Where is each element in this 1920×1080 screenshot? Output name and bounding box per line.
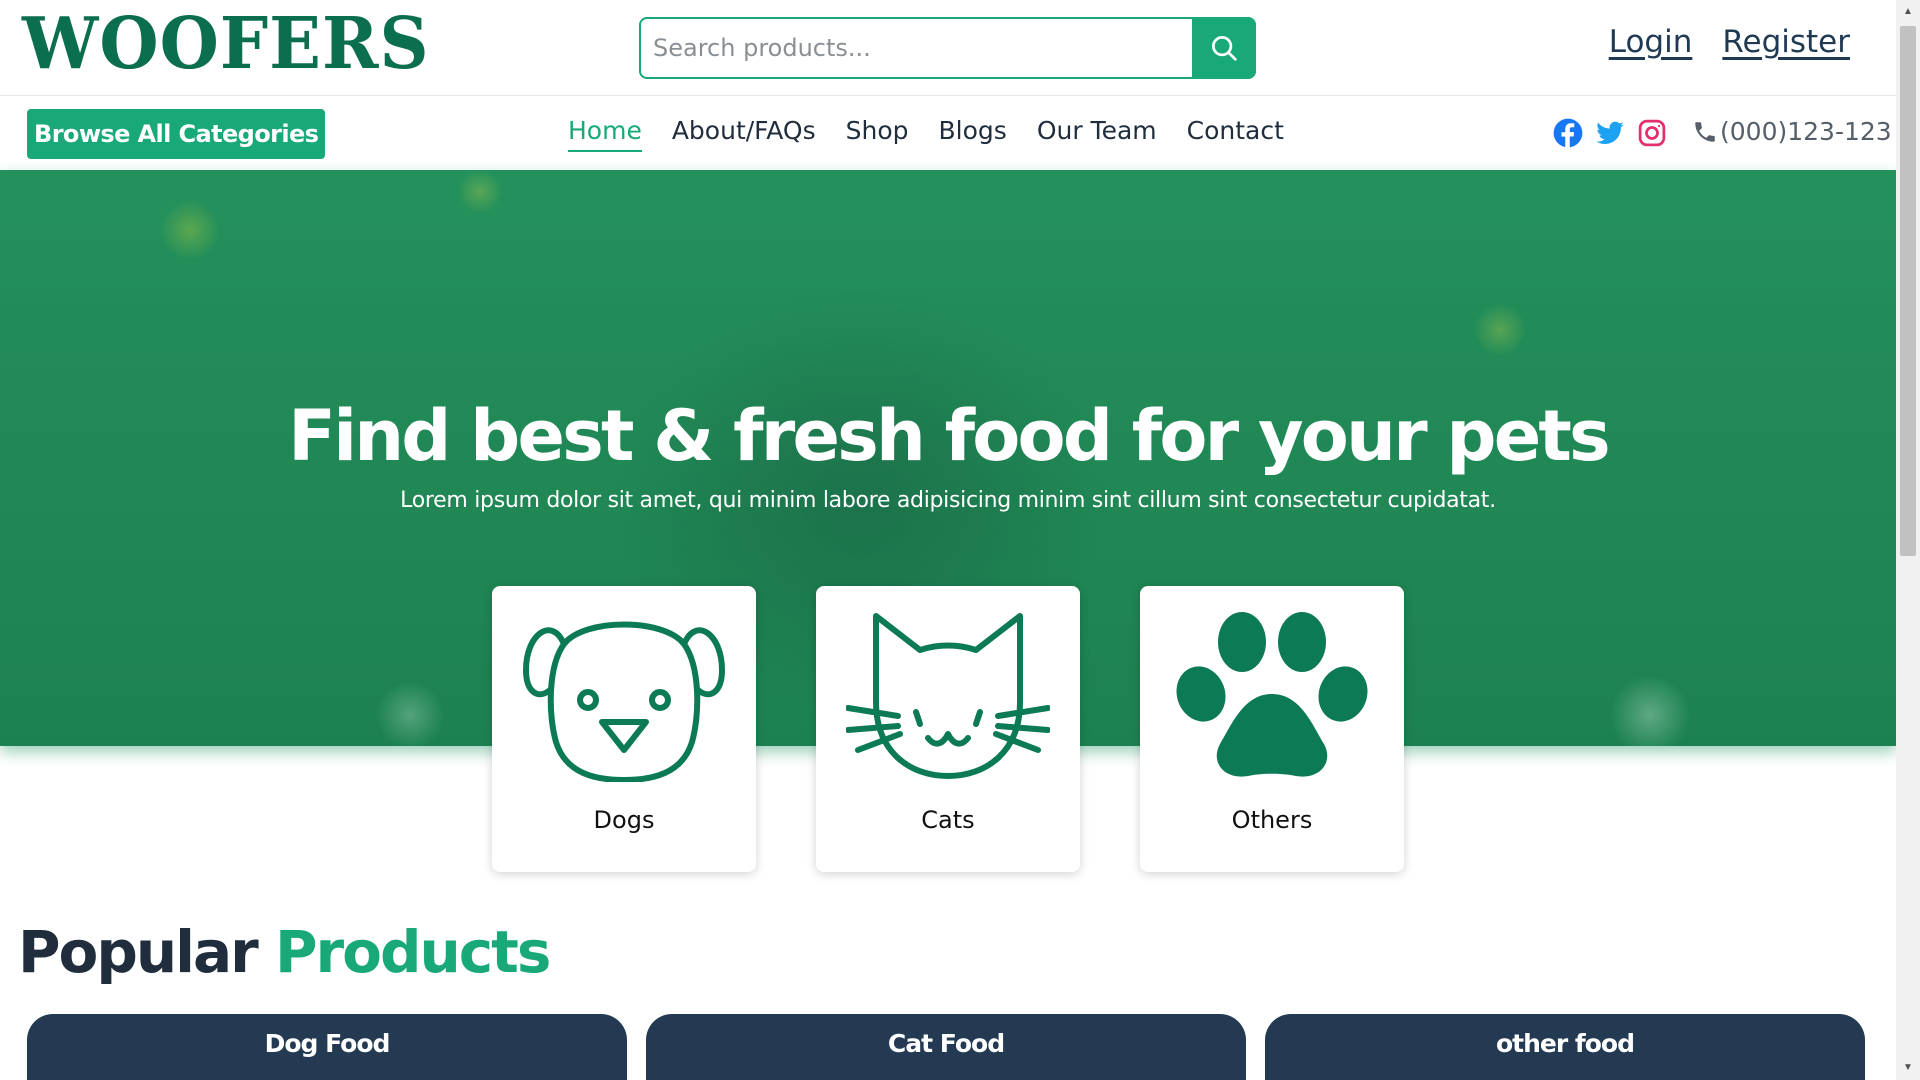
tab-other-food[interactable]: other food [1265,1014,1865,1080]
category-label-cats: Cats [921,806,975,834]
category-label-others: Others [1231,806,1313,834]
main-navbar: Browse All Categories Home About/FAQs Sh… [0,97,1896,169]
nav-link-about[interactable]: About/FAQs [672,114,816,152]
search-input[interactable] [653,19,1183,77]
category-card-dogs[interactable]: Dogs [492,586,756,872]
tab-cat-food[interactable]: Cat Food [646,1014,1246,1080]
category-cards: Dogs Cats Others [492,586,1404,872]
auth-links: Login Register [1609,24,1850,60]
category-card-others[interactable]: Others [1140,586,1404,872]
nav-link-blogs[interactable]: Blogs [939,114,1007,152]
heading-word-popular: Popular [18,918,259,986]
phone-number: (000)123-123 [1720,117,1892,146]
scroll-up-arrow[interactable]: ▲ [1896,2,1920,22]
scroll-down-arrow[interactable]: ▼ [1896,1058,1920,1078]
popular-products-heading: Popular Products [18,916,551,988]
nav-link-our-team[interactable]: Our Team [1037,114,1157,152]
page-scrollbar[interactable]: ▲ ▼ [1896,0,1920,1080]
hero-subtitle: Lorem ipsum dolor sit amet, qui minim la… [400,488,1496,513]
phone-contact[interactable]: (000)123-123 [1692,117,1892,146]
dog-icon [523,621,725,782]
search-icon [1212,36,1237,61]
category-label-dogs: Dogs [593,806,655,834]
cat-icon [846,613,1050,779]
tab-dog-food[interactable]: Dog Food [27,1014,627,1080]
browse-categories-button[interactable]: Browse All Categories [27,109,326,159]
social-links [1553,118,1667,148]
hero-title: Find best & fresh food for your pets [288,395,1611,477]
instagram-icon[interactable] [1637,118,1667,148]
paw-icon [1176,612,1368,777]
top-header: WOOFERS Login Register [0,0,1896,96]
category-card-cats[interactable]: Cats [816,586,1080,872]
search-bar [639,17,1256,79]
nav-link-contact[interactable]: Contact [1187,114,1284,152]
search-button[interactable] [1192,17,1256,79]
site-logo[interactable]: WOOFERS [22,2,430,86]
nav-link-home[interactable]: Home [568,114,642,152]
register-link[interactable]: Register [1722,24,1850,60]
scrollbar-thumb[interactable] [1900,26,1916,556]
login-link[interactable]: Login [1609,24,1693,60]
nav-links: Home About/FAQs Shop Blogs Our Team Cont… [568,114,1284,152]
heading-word-products: Products [275,918,551,986]
nav-link-shop[interactable]: Shop [846,114,909,152]
twitter-icon[interactable] [1595,118,1625,148]
product-category-tabs: Dog Food Cat Food other food [27,1014,1865,1080]
facebook-icon[interactable] [1553,118,1583,148]
phone-icon [1695,121,1715,142]
